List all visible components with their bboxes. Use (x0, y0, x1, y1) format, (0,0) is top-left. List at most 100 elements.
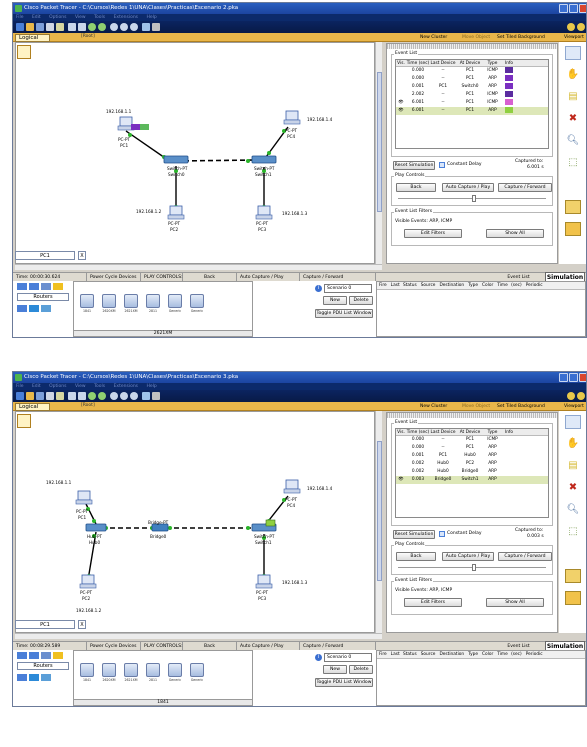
new-file-icon[interactable] (16, 23, 24, 31)
pdu-color-swatch[interactable] (505, 91, 513, 97)
move-layout-hand-icon[interactable]: ✋ (565, 437, 581, 451)
pdu-list-table[interactable]: Fire Last Status Source Destination Type Colo… (376, 281, 586, 337)
pdu-list-table[interactable]: Fire Last Status Source Destination Type Colo… (376, 650, 586, 706)
constant-delay-checkbox[interactable] (439, 531, 445, 537)
select-tool-icon[interactable] (565, 46, 581, 60)
activity-wizard-icon[interactable] (56, 23, 64, 31)
open-folder-icon[interactable] (26, 23, 34, 31)
capture-forward-button[interactable]: Capture / Forward (498, 183, 552, 192)
event-row[interactable]: 0.001 PC1 Hub0 ARP (396, 452, 548, 460)
auto-capture-play-button[interactable]: Auto Capture / Play (442, 552, 494, 561)
pdu-color-swatch[interactable] (505, 107, 513, 113)
move-object-button[interactable]: Move Object (462, 34, 490, 41)
wan-emulation-category-icon[interactable] (41, 305, 51, 312)
resize-shape-icon[interactable]: ⬚ (565, 525, 581, 539)
page-close-button[interactable]: X (78, 251, 86, 260)
workspace-horizontal-scrollbar[interactable] (15, 633, 382, 639)
close-window-button[interactable] (579, 4, 586, 13)
wireless-category-icon[interactable] (29, 674, 39, 681)
menu-tools[interactable]: Tools (94, 15, 105, 20)
set-tiled-background-button[interactable]: Set Tiled Background (497, 34, 545, 41)
zoom-out-icon[interactable] (130, 392, 138, 400)
back-button[interactable]: Back (396, 183, 436, 192)
event-row[interactable]: 0.000 -- PC1 ARP (396, 75, 548, 83)
event-list-table[interactable]: Vis. Time (sec) Last Device At Device Ty… (395, 59, 549, 149)
redo-icon[interactable] (98, 392, 106, 400)
logical-workspace-tab[interactable]: Logical (15, 403, 50, 411)
menu-view[interactable]: View (75, 384, 86, 389)
logical-workspace-tab[interactable]: Logical (15, 34, 50, 42)
show-all-button[interactable]: Show All (486, 229, 544, 238)
reset-simulation-button[interactable]: Reset Simulation (393, 530, 435, 539)
connections-category-icon[interactable] (53, 652, 63, 659)
event-row[interactable]: 0.000 -- PC1 ICMP (396, 67, 548, 75)
router-2811-tile[interactable] (146, 663, 160, 677)
resize-shape-icon[interactable]: ⬚ (565, 156, 581, 170)
event-row[interactable]: 👁︎ 0.003 Bridge0 Switch1 ARP (396, 476, 548, 484)
close-window-button[interactable] (579, 373, 586, 382)
reset-simulation-button[interactable]: Reset Simulation (393, 161, 435, 170)
info-icon[interactable] (567, 23, 575, 31)
root-breadcrumb[interactable]: [Root] (81, 34, 95, 39)
workspace-navigation-icon[interactable] (17, 414, 31, 428)
workspace-horizontal-scrollbar[interactable] (15, 264, 382, 270)
info-icon[interactable] (567, 392, 575, 400)
router-2621xm-tile[interactable] (124, 294, 138, 308)
play-speed-slider-thumb[interactable] (472, 195, 476, 202)
viewport-button[interactable]: Viewport (564, 403, 584, 410)
event-row[interactable]: 0.001 PC1 Switch0 ARP (396, 83, 548, 91)
router-2620xm-tile[interactable] (102, 294, 116, 308)
router-generic-2-tile[interactable] (190, 663, 204, 677)
maximize-button[interactable] (569, 373, 578, 382)
help-icon[interactable] (577, 23, 585, 31)
custom-devices-icon[interactable] (152, 392, 160, 400)
menu-file[interactable]: File (16, 15, 24, 20)
pdu-color-swatch[interactable] (505, 99, 513, 105)
activity-wizard-icon[interactable] (56, 392, 64, 400)
drawing-palette-icon[interactable] (142, 392, 150, 400)
menu-extensions[interactable]: Extensions (114, 15, 138, 20)
redo-icon[interactable] (98, 23, 106, 31)
capture-forward-button[interactable]: Capture / Forward (498, 552, 552, 561)
menu-tools[interactable]: Tools (94, 384, 105, 389)
switches-category-icon[interactable] (29, 283, 39, 290)
page-tab-pc1[interactable]: PC1 (15, 251, 75, 260)
select-tool-icon[interactable] (565, 415, 581, 429)
back-button[interactable]: Back (396, 552, 436, 561)
move-object-button[interactable]: Move Object (462, 403, 490, 410)
new-scenario-button[interactable]: New (323, 296, 347, 305)
show-all-button[interactable]: Show All (486, 598, 544, 607)
router-generic-tile[interactable] (168, 294, 182, 308)
maximize-button[interactable] (569, 4, 578, 13)
save-icon[interactable] (36, 23, 44, 31)
place-note-icon[interactable]: ▤ (565, 459, 581, 473)
zoom-reset-icon[interactable] (120, 23, 128, 31)
add-complex-pdu-icon[interactable] (565, 222, 581, 236)
help-icon[interactable] (577, 392, 585, 400)
menu-file[interactable]: File (16, 384, 24, 389)
scenario-info-icon[interactable]: i (315, 285, 322, 292)
workspace-vertical-scrollbar[interactable] (375, 411, 382, 633)
logical-workspace-canvas[interactable]: 192.168.1.1 192.168.1.4 192.168.1.2 192.… (15, 42, 375, 264)
pdu-color-swatch[interactable] (505, 75, 513, 81)
new-cluster-button[interactable]: New Cluster (420, 34, 447, 41)
add-complex-pdu-icon[interactable] (565, 591, 581, 605)
workspace-vertical-scrollbar[interactable] (375, 42, 382, 264)
event-row[interactable]: 0.002 Hub0 Bridge0 ARP (396, 468, 548, 476)
copy-icon[interactable] (68, 392, 76, 400)
new-cluster-button[interactable]: New Cluster (420, 403, 447, 410)
open-folder-icon[interactable] (26, 392, 34, 400)
undo-icon[interactable] (88, 392, 96, 400)
connections-category-icon[interactable] (53, 283, 63, 290)
minimize-button[interactable] (559, 4, 568, 13)
event-row[interactable]: 0.002 Hub0 PC2 ARP (396, 460, 548, 468)
play-speed-slider-thumb[interactable] (472, 564, 476, 571)
add-simple-pdu-icon[interactable] (565, 200, 581, 214)
scenario-select[interactable]: Scenario 0 (324, 653, 372, 662)
end-devices-category-icon[interactable] (17, 305, 27, 312)
event-row[interactable]: 👁︎ 6.001 -- PC1 ICMP (396, 99, 548, 107)
routers-category-icon[interactable] (17, 652, 27, 659)
event-row[interactable]: 0.000 -- PC1 ICMP (396, 436, 548, 444)
routers-category-icon[interactable] (17, 283, 27, 290)
hubs-category-icon[interactable] (41, 652, 51, 659)
